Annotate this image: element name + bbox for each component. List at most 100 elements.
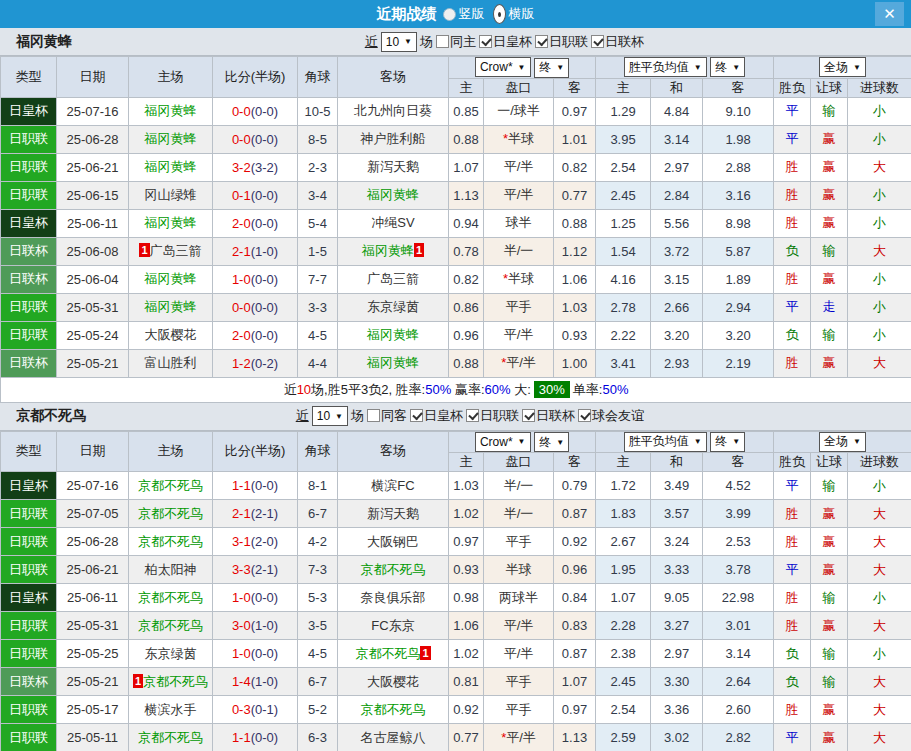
fulltime-score: 3-1: [232, 534, 251, 549]
match-outcome: 胜: [774, 500, 811, 528]
avg-lose-odds: 3.78: [703, 556, 774, 584]
cup-checkbox-0[interactable]: 日皇杯: [410, 407, 463, 425]
away-team-name: 京都不死鸟: [361, 562, 426, 577]
star-mark: *: [503, 131, 508, 146]
cup-checkbox-2[interactable]: 日联杯: [591, 33, 644, 51]
match-row: 日职联25-05-24大阪樱花2-0(0-0)4-5福冈黄蜂0.96平/半0.9…: [1, 321, 911, 349]
games-label: 场: [351, 407, 364, 425]
away-handicap-odds: 1.03: [554, 293, 596, 321]
results-table: 类型日期主场比分(半场)角球客场Crow*▼ 终▼胜平负均值▼ 终▼全场▼主盘口…: [0, 56, 911, 403]
score: 0-0(0-0): [213, 293, 298, 321]
company-select[interactable]: Crow*▼: [475, 57, 531, 77]
avg-win-odds: 1.25: [596, 209, 651, 237]
cup-checkbox-1-label: 日职联: [549, 34, 588, 49]
filter-controls: 近10▼场同客日皇杯日职联日联杯球会友谊: [296, 406, 644, 426]
scope-select[interactable]: 全场▼: [819, 57, 866, 77]
sub-header-2: 客: [554, 453, 596, 472]
match-row: 日职联25-06-21柏太阳神3-3(2-1)7-3京都不死鸟0.93半球0.9…: [1, 556, 911, 584]
cup-checkbox-2-box[interactable]: [591, 35, 604, 48]
sub-header-4: 和: [651, 453, 703, 472]
match-date: 25-05-24: [57, 321, 129, 349]
corners: 2-3: [298, 153, 338, 181]
summary-single-rate: 50%: [602, 382, 628, 397]
goals-outcome: 大: [848, 500, 911, 528]
cup-checkbox-0-box[interactable]: [410, 409, 423, 422]
fulltime-score: 2-0: [232, 328, 251, 343]
final-select-1[interactable]: 终▼: [534, 432, 569, 452]
corners: 6-7: [298, 500, 338, 528]
same-venue-checkbox-box[interactable]: [436, 35, 449, 48]
cup-checkbox-0[interactable]: 日皇杯: [479, 33, 532, 51]
away-team-name: 大阪樱花: [367, 674, 419, 689]
away-handicap-odds: 0.93: [554, 321, 596, 349]
cup-checkbox-1[interactable]: 日职联: [466, 407, 519, 425]
cup-checkbox-2[interactable]: 日联杯: [522, 407, 575, 425]
final-select-2[interactable]: 终▼: [710, 57, 745, 77]
cup-checkbox-1-box[interactable]: [535, 35, 548, 48]
home-team-name: 广岛三箭: [150, 243, 202, 258]
home-team: 京都不死鸟: [129, 500, 213, 528]
sub-header-5: 客: [703, 78, 774, 97]
handicap-line: *平/半: [484, 349, 554, 377]
match-row: 日职联25-06-28福冈黄蜂0-0(0-0)8-5神户胜利船0.88*半球1.…: [1, 125, 911, 153]
final-select-2[interactable]: 终▼: [710, 432, 745, 452]
match-count-select[interactable]: 10▼: [312, 406, 348, 426]
avg-win-odds: 2.45: [596, 668, 651, 696]
avg-select-arrow-icon: ▼: [694, 63, 702, 72]
summary-row: 近10场,胜5平3负2, 胜率:50% 赢率:60% 大:30%单率:50%: [1, 377, 911, 402]
avg-lose-odds: 3.16: [703, 181, 774, 209]
halftime-score: (0-0): [251, 300, 278, 315]
handicap-outcome: 赢: [811, 612, 848, 640]
col-header-3: 比分(半场): [213, 57, 298, 98]
match-date: 25-06-28: [57, 528, 129, 556]
radio-option[interactable]: 横版: [493, 4, 535, 24]
match-count-select[interactable]: 10▼: [381, 32, 417, 52]
cup-checkbox-3[interactable]: 球会友谊: [578, 407, 644, 425]
same-venue-checkbox-box[interactable]: [367, 409, 380, 422]
radio-option[interactable]: 竖版: [443, 5, 485, 23]
away-handicap-odds: 1.06: [554, 265, 596, 293]
match-date: 25-05-31: [57, 293, 129, 321]
avg-draw-odds: 3.20: [651, 321, 703, 349]
away-team-name: 京都不死鸟: [361, 702, 426, 717]
scope-select[interactable]: 全场▼: [819, 432, 866, 452]
match-date: 25-06-08: [57, 237, 129, 265]
final-select-1[interactable]: 终▼: [534, 58, 569, 78]
same-venue-checkbox[interactable]: 同主: [436, 33, 476, 51]
recent-link[interactable]: 近: [296, 407, 309, 425]
same-venue-checkbox[interactable]: 同客: [367, 407, 407, 425]
recent-link[interactable]: 近: [365, 33, 378, 51]
goals-outcome: 小: [848, 125, 911, 153]
company-select[interactable]: Crow*▼: [475, 432, 531, 452]
match-row: 日职联25-07-05京都不死鸟2-1(2-1)6-7新泻天鹅1.02半/一0.…: [1, 500, 911, 528]
home-team: 京都不死鸟: [129, 612, 213, 640]
halftime-score: (0-0): [251, 478, 278, 493]
cup-checkbox-1-box[interactable]: [466, 409, 479, 422]
scope-dropdown-cell: 全场▼: [774, 431, 911, 453]
avg-lose-odds: 8.98: [703, 209, 774, 237]
radio-icon[interactable]: [493, 4, 506, 24]
corners: 8-1: [298, 472, 338, 500]
avg-draw-odds: 9.05: [651, 584, 703, 612]
avg-draw-odds: 4.84: [651, 97, 703, 125]
league-type: 日皇杯: [1, 472, 57, 500]
goals-outcome: 小: [848, 293, 911, 321]
cup-checkbox-0-box[interactable]: [479, 35, 492, 48]
avg-select[interactable]: 胜平负均值▼: [624, 57, 707, 77]
avg-lose-odds: 3.01: [703, 612, 774, 640]
league-type: 日职联: [1, 612, 57, 640]
away-team: 福冈黄蜂: [338, 349, 449, 377]
avg-select[interactable]: 胜平负均值▼: [624, 432, 707, 452]
away-team: 新泻天鹅: [338, 500, 449, 528]
handicap-line: 球半: [484, 209, 554, 237]
match-count-select-arrow-icon: ▼: [335, 412, 343, 421]
cup-checkbox-1[interactable]: 日职联: [535, 33, 588, 51]
cup-checkbox-2-box[interactable]: [522, 409, 535, 422]
close-button[interactable]: ✕: [875, 2, 904, 26]
fulltime-score: 3-0: [232, 618, 251, 633]
match-date: 25-05-21: [57, 668, 129, 696]
home-handicap-odds: 0.77: [449, 724, 484, 751]
radio-icon[interactable]: [443, 8, 456, 21]
cup-checkbox-3-box[interactable]: [578, 409, 591, 422]
handicap-line: 平/半: [484, 153, 554, 181]
